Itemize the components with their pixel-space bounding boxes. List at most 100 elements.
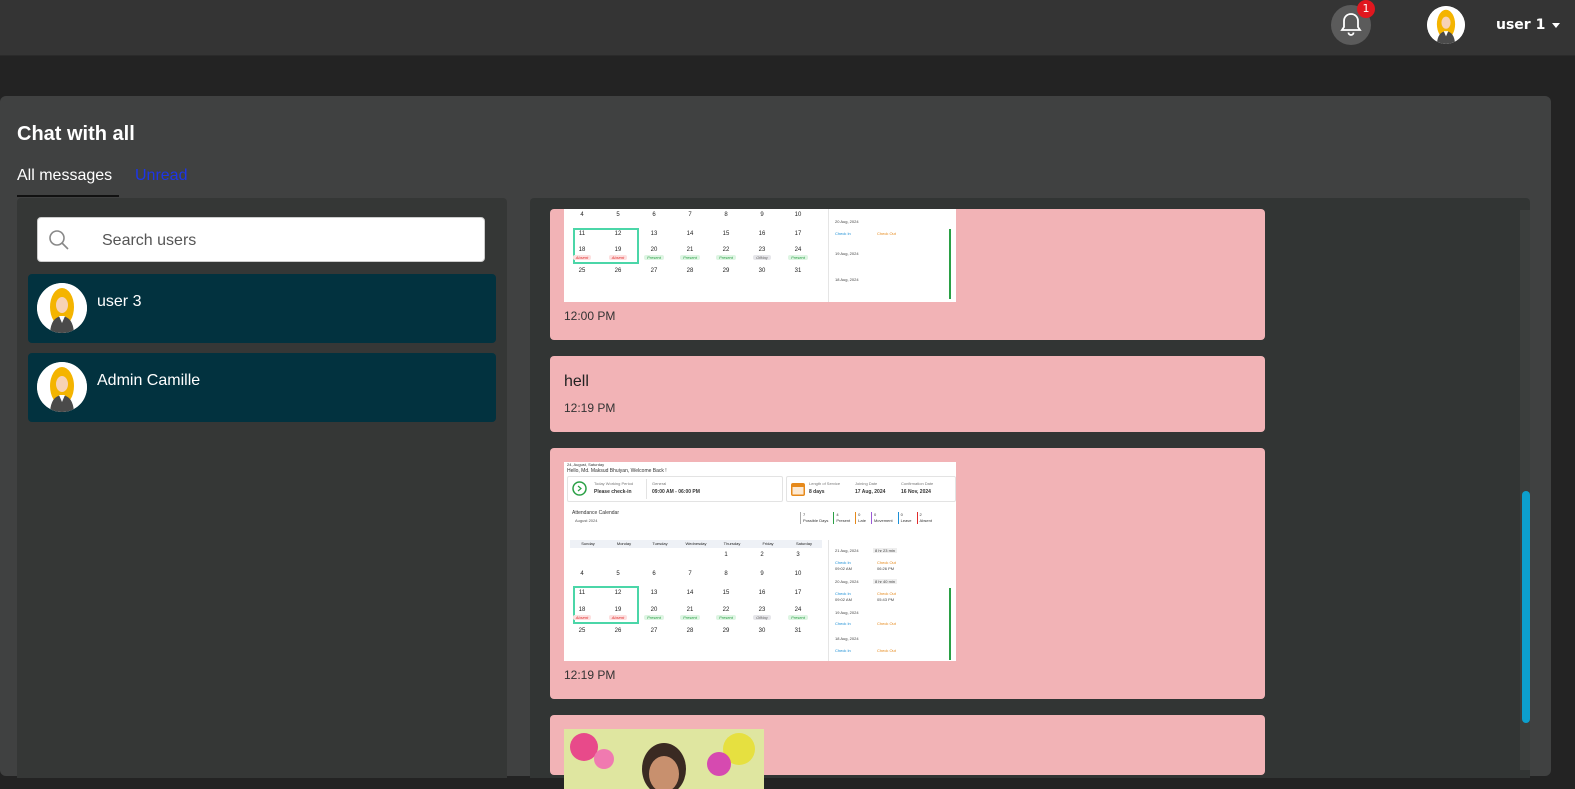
calendar-day	[636, 552, 672, 558]
working-period-label: Today Working Period	[594, 481, 634, 486]
status-chip: Absent	[608, 615, 628, 620]
calendar-day: 6	[652, 571, 656, 577]
calendar-day: 29	[722, 628, 730, 634]
status-chip: Present	[788, 255, 808, 260]
entry-date: 20 Aug, 2024	[835, 219, 859, 224]
service-card: Length of Service 8 days Joining Date 17…	[786, 476, 956, 502]
shot-greeting: Hello, Md. Maksud Bhuiyan, Welcome Back …	[567, 468, 667, 474]
stat-label: Present	[836, 518, 851, 523]
search-icon	[49, 230, 69, 250]
status-chip: Present	[716, 615, 736, 620]
user-list-item[interactable]: user 3	[28, 274, 496, 343]
calendar-day: 28	[686, 268, 694, 274]
attendance-stats: 7 Possible Days 4 Present 0 Late 0 Movement …	[800, 512, 932, 524]
calendar-day: 21	[686, 607, 694, 613]
calendar-day: 24	[794, 247, 802, 253]
message-bubble: hell 12:19 PM	[550, 356, 1265, 432]
search-input[interactable]	[100, 226, 474, 256]
calendar-day: 15	[722, 231, 730, 237]
status-chip: Offday	[753, 615, 771, 620]
stat: 2 Absent	[916, 512, 932, 524]
user-avatar[interactable]	[1427, 6, 1465, 44]
search-box[interactable]	[37, 217, 485, 262]
check-in-label: Check In	[835, 560, 851, 565]
avatar	[37, 362, 87, 412]
calendar-day: 19	[614, 607, 622, 613]
shot-date: 24, August, Saturday	[567, 462, 605, 467]
status-chip: Absent	[572, 255, 592, 260]
joining-label: Joining Date	[855, 481, 878, 486]
page-title: Chat with all	[17, 123, 135, 145]
calendar-day: 7	[688, 212, 692, 218]
message-image-attendance[interactable]: 4 5 6 7 8 9 10 11 12 13 14 15 16 17 18 19 20 21 22 23 24 A…	[564, 209, 956, 302]
stat-label: Leave	[900, 518, 912, 523]
status-chip: Present	[716, 255, 736, 260]
notification-count-badge: 1	[1357, 0, 1375, 18]
weekday: Saturday	[795, 541, 812, 546]
calendar-day: 14	[686, 231, 694, 237]
calendar-day: 22	[722, 247, 730, 253]
check-out-time: 06:26 PM	[877, 566, 895, 571]
calendar-day: 30	[758, 628, 766, 634]
month-select[interactable]: August 2024	[575, 518, 597, 523]
status-chip: Offday	[753, 255, 771, 260]
check-out-label: Check Out	[877, 591, 896, 596]
calendar-day: 29	[722, 268, 730, 274]
calendar-day: 3	[796, 552, 800, 558]
calendar-day: 20	[650, 607, 658, 613]
calendar-day: 2	[760, 552, 764, 558]
check-in-time: 09:02 AM	[835, 597, 852, 602]
calendar-day: 7	[688, 571, 692, 577]
calendar-day: 13	[650, 590, 658, 596]
calendar-day: 23	[758, 247, 766, 253]
confirm-label: Confirmation Date	[901, 481, 934, 486]
calendar-day: 16	[758, 590, 766, 596]
check-in-time: 09:02 AM	[835, 566, 852, 571]
calendar-day: 8	[724, 212, 728, 218]
calendar-day: 5	[616, 571, 620, 577]
entry-date: 18 Aug, 2024	[835, 636, 859, 641]
calendar-day: 24	[794, 607, 802, 613]
user-list-item[interactable]: Admin Camille	[28, 353, 496, 422]
calendar-day: 20	[650, 247, 658, 253]
tab-unread[interactable]: Unread	[135, 166, 187, 196]
avatar-icon	[37, 362, 87, 412]
stat: 0 Late	[855, 512, 866, 524]
weekday: Friday	[762, 541, 774, 546]
calendar-day: 1	[724, 552, 728, 558]
tab-all-messages[interactable]: All messages	[17, 166, 119, 197]
service-value: 8 days	[809, 489, 825, 495]
user-name: user 3	[97, 293, 142, 310]
message-bubble	[550, 715, 1265, 789]
scrollbar-thumb[interactable]	[1522, 491, 1530, 723]
calendar-day: 31	[794, 268, 802, 274]
stat-label: Late	[858, 518, 866, 523]
stat-label: Absent	[919, 518, 932, 523]
weekday-header: Sunday Monday Tuesday Wednesday Thursday Frid…	[570, 540, 822, 548]
attendance-entries: 20 Aug, 2024 Check In Check Out 19 Aug, …	[828, 209, 953, 302]
user-name: Admin Camille	[97, 372, 201, 389]
status-chip: Present	[680, 615, 700, 620]
calendar-day	[672, 552, 708, 558]
calendar-icon	[791, 483, 805, 496]
user-menu-toggle[interactable]: user 1	[1496, 14, 1561, 36]
status-chip: Present	[680, 255, 700, 260]
message-image-attendance[interactable]: 24, August, Saturday Hello, Md. Maksud B…	[564, 462, 956, 661]
status-chip: Absent	[572, 615, 592, 620]
user-menu-name: user 1	[1496, 17, 1546, 33]
calendar-day: 12	[614, 231, 622, 237]
message-image-photo[interactable]	[564, 729, 764, 789]
calendar-day: 5	[616, 212, 620, 218]
stat: 7 Possible Days	[800, 512, 828, 524]
status-chip: Present	[788, 615, 808, 620]
clock-icon	[572, 481, 587, 496]
status-chip: Present	[644, 615, 664, 620]
check-in-label: Check In	[835, 621, 851, 626]
general-value: 09:00 AM - 06:00 PM	[652, 489, 700, 495]
calendar-day: 26	[614, 268, 622, 274]
check-out-label: Check Out	[877, 648, 896, 653]
calendar-day: 4	[580, 212, 584, 218]
calendar-day: 27	[650, 628, 658, 634]
check-out-time: 05:43 PM	[877, 597, 895, 602]
calendar-day: 27	[650, 268, 658, 274]
